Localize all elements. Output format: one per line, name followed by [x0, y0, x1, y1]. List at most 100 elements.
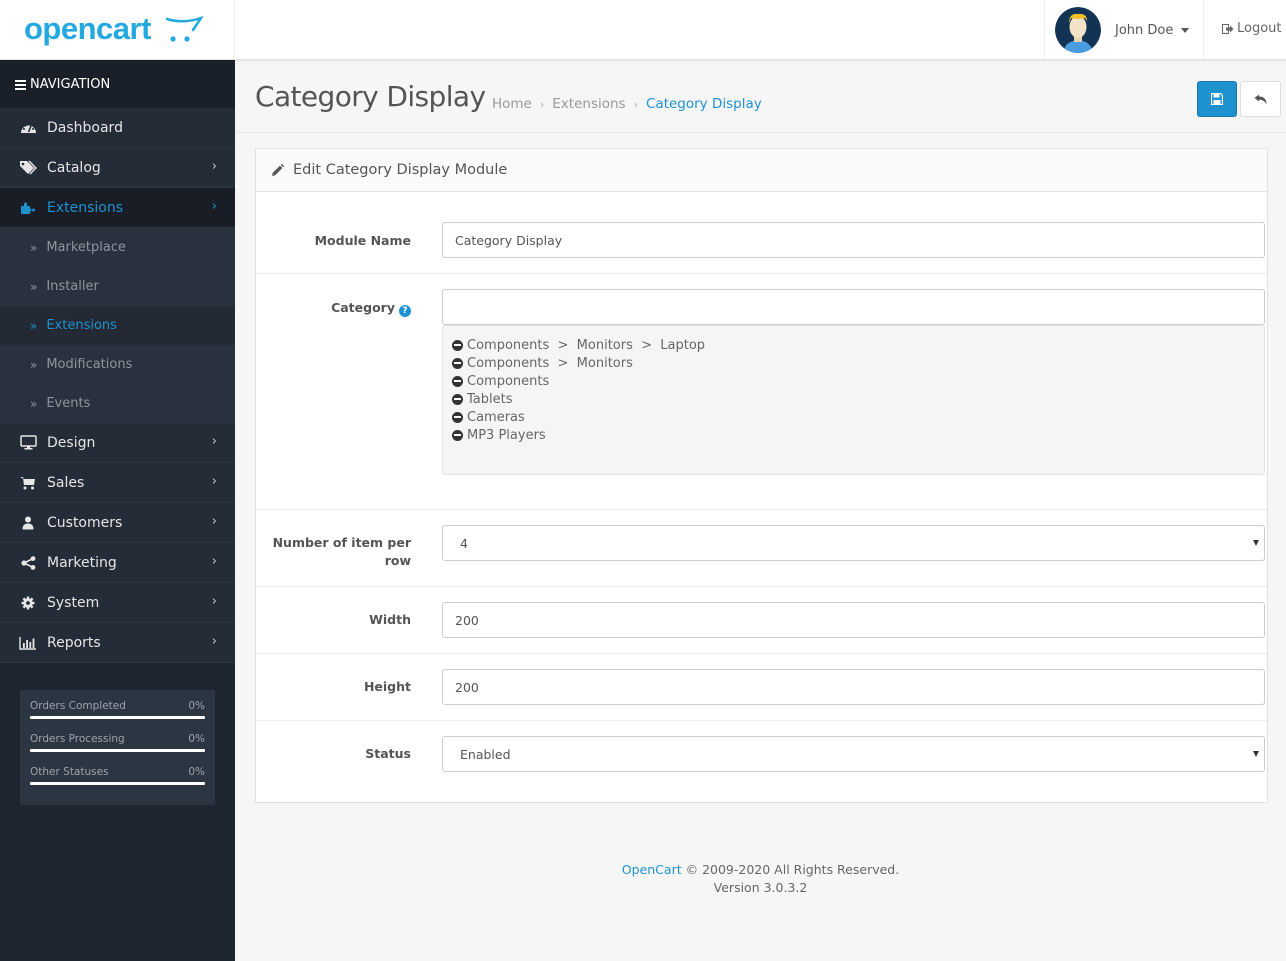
- copyright-text: © 2009-2020 All Rights Reserved.: [681, 862, 900, 877]
- sidebar-item-reports[interactable]: Reports ›: [0, 623, 235, 663]
- logout-link[interactable]: Logout: [1222, 21, 1282, 36]
- submenu-item-label: Events: [46, 396, 91, 411]
- sidebar-item-customers[interactable]: Customers ›: [0, 503, 235, 543]
- selected-categories-list: Components > Monitors > Laptop Component…: [442, 325, 1265, 475]
- category-item: MP3 Players: [452, 426, 1264, 444]
- status-label: Status: [365, 746, 411, 761]
- top-header: opencart John Doe Logout: [0, 0, 1286, 60]
- sidebar-item-catalog[interactable]: Catalog ›: [0, 148, 235, 188]
- breadcrumb-separator: ›: [633, 98, 638, 111]
- logo[interactable]: opencart: [0, 0, 235, 60]
- chevron-right-icon: ›: [211, 474, 217, 489]
- submenu-item-modifications[interactable]: » Modifications: [0, 345, 235, 384]
- chevron-right-icon: ›: [211, 634, 217, 649]
- chevron-right-icon: ›: [211, 434, 217, 449]
- height-input[interactable]: [442, 669, 1265, 705]
- width-label: Width: [369, 612, 411, 627]
- puzzle-icon: [19, 200, 37, 216]
- status-value: Enabled: [460, 746, 511, 762]
- stat-value: 0%: [188, 766, 205, 778]
- caret-down-icon: [1181, 27, 1190, 33]
- sidebar-item-extensions[interactable]: Extensions › » Marketplace » Installer » Ex…: [0, 188, 235, 423]
- sidebar-link-design[interactable]: Design ›: [0, 423, 235, 463]
- remove-circle-icon[interactable]: [452, 339, 463, 351]
- remove-circle-icon[interactable]: [452, 393, 463, 405]
- category-label: Category?: [261, 299, 411, 317]
- stat-value: 0%: [188, 733, 205, 745]
- footer: OpenCart © 2009-2020 All Rights Reserved…: [235, 861, 1286, 897]
- remove-circle-icon[interactable]: [452, 411, 463, 423]
- bar-chart-icon: [19, 635, 37, 651]
- sidebar-link-marketing[interactable]: Marketing ›: [0, 543, 235, 583]
- sidebar-item-label: Customers: [47, 514, 123, 531]
- category-item-label: Components > Monitors > Laptop: [467, 337, 706, 353]
- shopping-cart-icon: [19, 475, 37, 491]
- sidebar-item-label: Sales: [47, 474, 85, 491]
- module-name-label: Module Name: [314, 233, 411, 248]
- items-per-row-select[interactable]: 4: [442, 525, 1265, 561]
- remove-circle-icon[interactable]: [452, 375, 463, 387]
- opencart-link[interactable]: OpenCart: [622, 862, 682, 877]
- sidebar-menu: Dashboard Catalog › Extensions › » Market: [0, 108, 235, 663]
- remove-circle-icon[interactable]: [452, 357, 463, 369]
- form-group-module-name: Module Name: [256, 192, 1267, 274]
- user-name: John Doe: [1115, 22, 1174, 38]
- submenu-item-events[interactable]: » Events: [0, 384, 235, 423]
- submenu-item-extensions[interactable]: » Extensions: [0, 306, 235, 345]
- back-button[interactable]: [1240, 81, 1281, 117]
- breadcrumb-home[interactable]: Home: [492, 96, 532, 112]
- user-menu-dropdown[interactable]: John Doe: [1044, 0, 1204, 60]
- breadcrumb: Home › Extensions › Category Display: [492, 96, 762, 112]
- category-item: Cameras: [452, 408, 1264, 426]
- sidebar-item-marketing[interactable]: Marketing ›: [0, 543, 235, 583]
- sidebar-item-label: Catalog: [47, 159, 101, 176]
- category-item: Components > Monitors > Laptop: [452, 336, 1264, 354]
- sidebar-link-dashboard[interactable]: Dashboard: [0, 108, 235, 148]
- question-circle-icon[interactable]: ?: [399, 305, 411, 317]
- chevron-right-icon: ›: [211, 554, 217, 569]
- items-per-row-label: Number of item per row: [272, 535, 411, 568]
- category-item-label: Cameras: [467, 409, 525, 425]
- submenu-item-installer[interactable]: » Installer: [0, 267, 235, 306]
- sidebar-link-sales[interactable]: Sales ›: [0, 463, 235, 503]
- sidebar-link-extensions[interactable]: Extensions ›: [0, 188, 235, 228]
- breadcrumb-extensions[interactable]: Extensions: [552, 96, 625, 112]
- order-stats: Orders Completed 0% Orders Processing 0% O…: [20, 690, 215, 805]
- panel-title: Edit Category Display Module: [293, 162, 508, 178]
- save-button[interactable]: [1197, 81, 1237, 117]
- width-input[interactable]: [442, 602, 1265, 638]
- page-title: Category Display: [255, 80, 486, 113]
- form-group-status: Status Enabled: [256, 721, 1267, 801]
- sidebar-item-sales[interactable]: Sales ›: [0, 463, 235, 503]
- navigation-title: NAVIGATION: [0, 60, 235, 108]
- sidebar-item-system[interactable]: System ›: [0, 583, 235, 623]
- sidebar-link-catalog[interactable]: Catalog ›: [0, 148, 235, 188]
- form-group-category: Category? Components > Monitors > Laptop…: [256, 274, 1267, 510]
- items-per-row-value: 4: [460, 535, 468, 551]
- remove-circle-icon[interactable]: [452, 429, 463, 441]
- user-icon: [19, 515, 37, 531]
- submenu-item-label: Extensions: [46, 318, 117, 333]
- page-header: Category Display Home › Extensions › Cat…: [235, 60, 1286, 133]
- sidebar-item-dashboard[interactable]: Dashboard: [0, 108, 235, 148]
- avatar: [1055, 7, 1101, 53]
- sidebar-item-design[interactable]: Design ›: [0, 423, 235, 463]
- select-arrow-icon: [1253, 751, 1259, 757]
- logout-label: Logout: [1237, 21, 1282, 36]
- select-arrow-icon: [1253, 540, 1259, 546]
- status-select[interactable]: Enabled: [442, 736, 1265, 772]
- submenu-item-label: Installer: [46, 279, 99, 294]
- form-group-items-per-row: Number of item per row 4: [256, 510, 1267, 587]
- sign-out-icon: [1222, 23, 1234, 34]
- breadcrumb-category-display[interactable]: Category Display: [646, 96, 762, 112]
- sidebar-link-system[interactable]: System ›: [0, 583, 235, 623]
- module-name-input[interactable]: [442, 222, 1265, 258]
- sidebar-link-customers[interactable]: Customers ›: [0, 503, 235, 543]
- sidebar-link-reports[interactable]: Reports ›: [0, 623, 235, 663]
- category-autocomplete-input[interactable]: [442, 289, 1265, 325]
- submenu-item-label: Modifications: [46, 357, 133, 372]
- submenu-item-marketplace[interactable]: » Marketplace: [0, 228, 235, 267]
- form-group-height: Height: [256, 654, 1267, 721]
- reply-icon: [1254, 94, 1267, 104]
- desktop-icon: [19, 435, 37, 451]
